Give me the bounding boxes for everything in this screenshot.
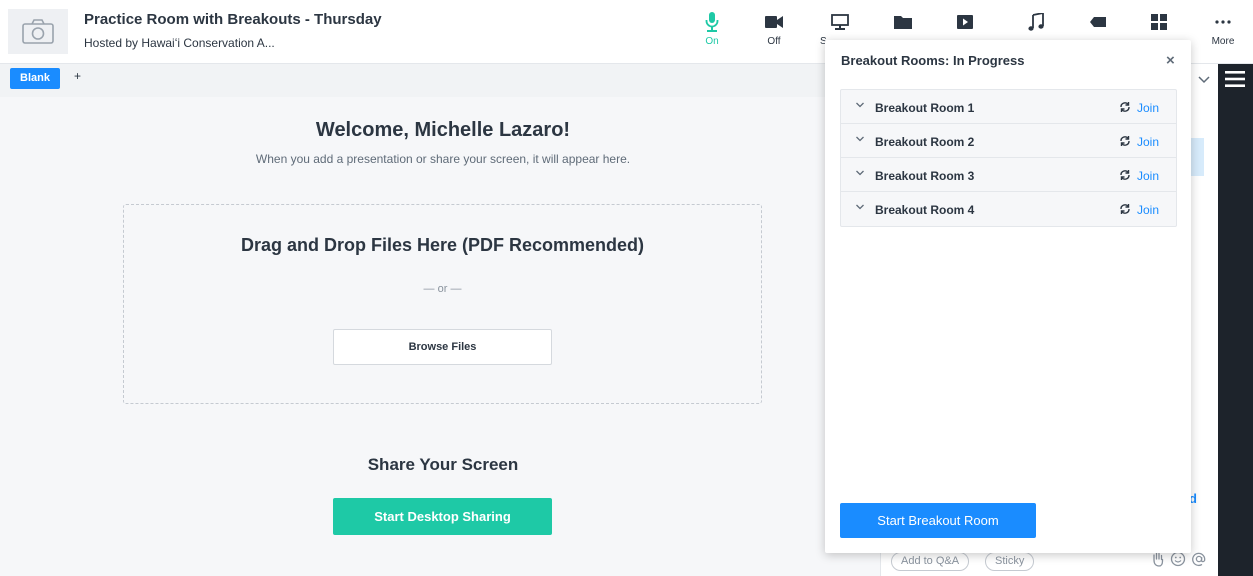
tab-bar: Blank + [0,64,880,97]
room-host: Hosted by Hawaiʻi Conservation A... [84,36,275,50]
toolbar-music-button[interactable] [1011,12,1061,32]
breakout-room-name: Breakout Room 3 [875,169,975,183]
chevron-down-icon[interactable] [855,100,865,110]
breakout-room-name: Breakout Room 2 [875,135,975,149]
popup-title: Breakout Rooms: In Progress [841,53,1025,68]
camera-status-label: Off [767,36,781,47]
browse-files-button[interactable]: Browse Files [333,329,552,365]
microphone-icon [705,12,719,32]
join-link[interactable]: Join [1137,101,1159,115]
join-link[interactable]: Join [1137,203,1159,217]
sync-icon [1120,170,1130,180]
join-link[interactable]: Join [1137,169,1159,183]
close-icon[interactable]: × [1166,53,1175,68]
monitor-icon [831,14,849,30]
grid-icon [1151,14,1167,30]
right-sidebar [1218,64,1253,576]
sync-icon [1120,204,1130,214]
music-icon [1028,13,1044,31]
toolbar-files-button[interactable] [878,12,928,32]
tag-icon [1090,17,1106,27]
emoji-icon[interactable] [1170,551,1186,567]
breakout-room-row[interactable]: Breakout Room 3 Join [841,158,1176,192]
sticky-button[interactable]: Sticky [985,552,1035,571]
more-icon [1215,20,1231,24]
toolbar-camera-button[interactable]: Off [749,12,799,48]
chat-highlight [1190,138,1204,176]
file-dropzone[interactable]: Drag and Drop Files Here (PDF Recommende… [123,204,762,404]
chevron-down-icon[interactable] [1198,76,1210,84]
breakout-room-row[interactable]: Breakout Room 4 Join [841,192,1176,226]
breakout-room-name: Breakout Room 1 [875,101,975,115]
toolbar-tag-button[interactable] [1073,12,1123,32]
toolbar-breakout-button[interactable] [1134,12,1184,32]
raise-hand-icon[interactable] [1150,551,1166,567]
chevron-down-icon[interactable] [855,168,865,178]
add-to-qa-button[interactable]: Add to Q&A [891,552,970,571]
join-link[interactable]: Join [1137,135,1159,149]
dropzone-title: Drag and Drop Files Here (PDF Recommende… [240,235,645,255]
chevron-down-icon[interactable] [855,134,865,144]
sync-icon [1120,136,1130,146]
camera-icon [765,16,783,28]
room-title: Practice Room with Breakouts - Thursday [84,11,382,28]
welcome-title: Welcome, Michelle Lazaro! [315,119,571,141]
breakout-room-row[interactable]: Breakout Room 2 Join [841,124,1176,158]
play-icon [957,15,973,29]
breakout-room-row[interactable]: Breakout Room 1 Join [841,90,1176,124]
toolbar-more-button[interactable]: More [1198,12,1248,48]
hamburger-menu-icon[interactable] [1225,70,1245,88]
breakout-rooms-popup: Breakout Rooms: In Progress × Breakout R… [825,40,1191,553]
mic-status-label: On [705,36,719,47]
room-thumbnail[interactable] [8,9,68,54]
tab-blank[interactable]: Blank [10,68,60,89]
add-tab-button[interactable]: + [74,69,81,83]
camera-outline-icon [22,18,54,44]
presentation-stage: Welcome, Michelle Lazaro! When you add a… [0,97,880,576]
welcome-subtitle: When you add a presentation or share you… [255,152,631,166]
breakout-room-list: Breakout Room 1 Join Breakout Room 2 Joi… [840,89,1177,227]
start-desktop-sharing-button[interactable]: Start Desktop Sharing [333,498,552,535]
folder-icon [894,16,912,29]
chevron-down-icon[interactable] [855,202,865,212]
share-screen-title: Share Your Screen [367,455,519,474]
more-label: More [1211,36,1235,47]
start-breakout-room-button[interactable]: Start Breakout Room [840,503,1036,538]
mention-icon[interactable] [1191,551,1207,567]
sync-icon [1120,102,1130,112]
breakout-room-name: Breakout Room 4 [875,203,975,217]
dropzone-or-divider: — or — [423,283,462,295]
toolbar-video-button[interactable] [940,12,990,32]
toolbar-mic-button[interactable]: On [687,12,737,48]
